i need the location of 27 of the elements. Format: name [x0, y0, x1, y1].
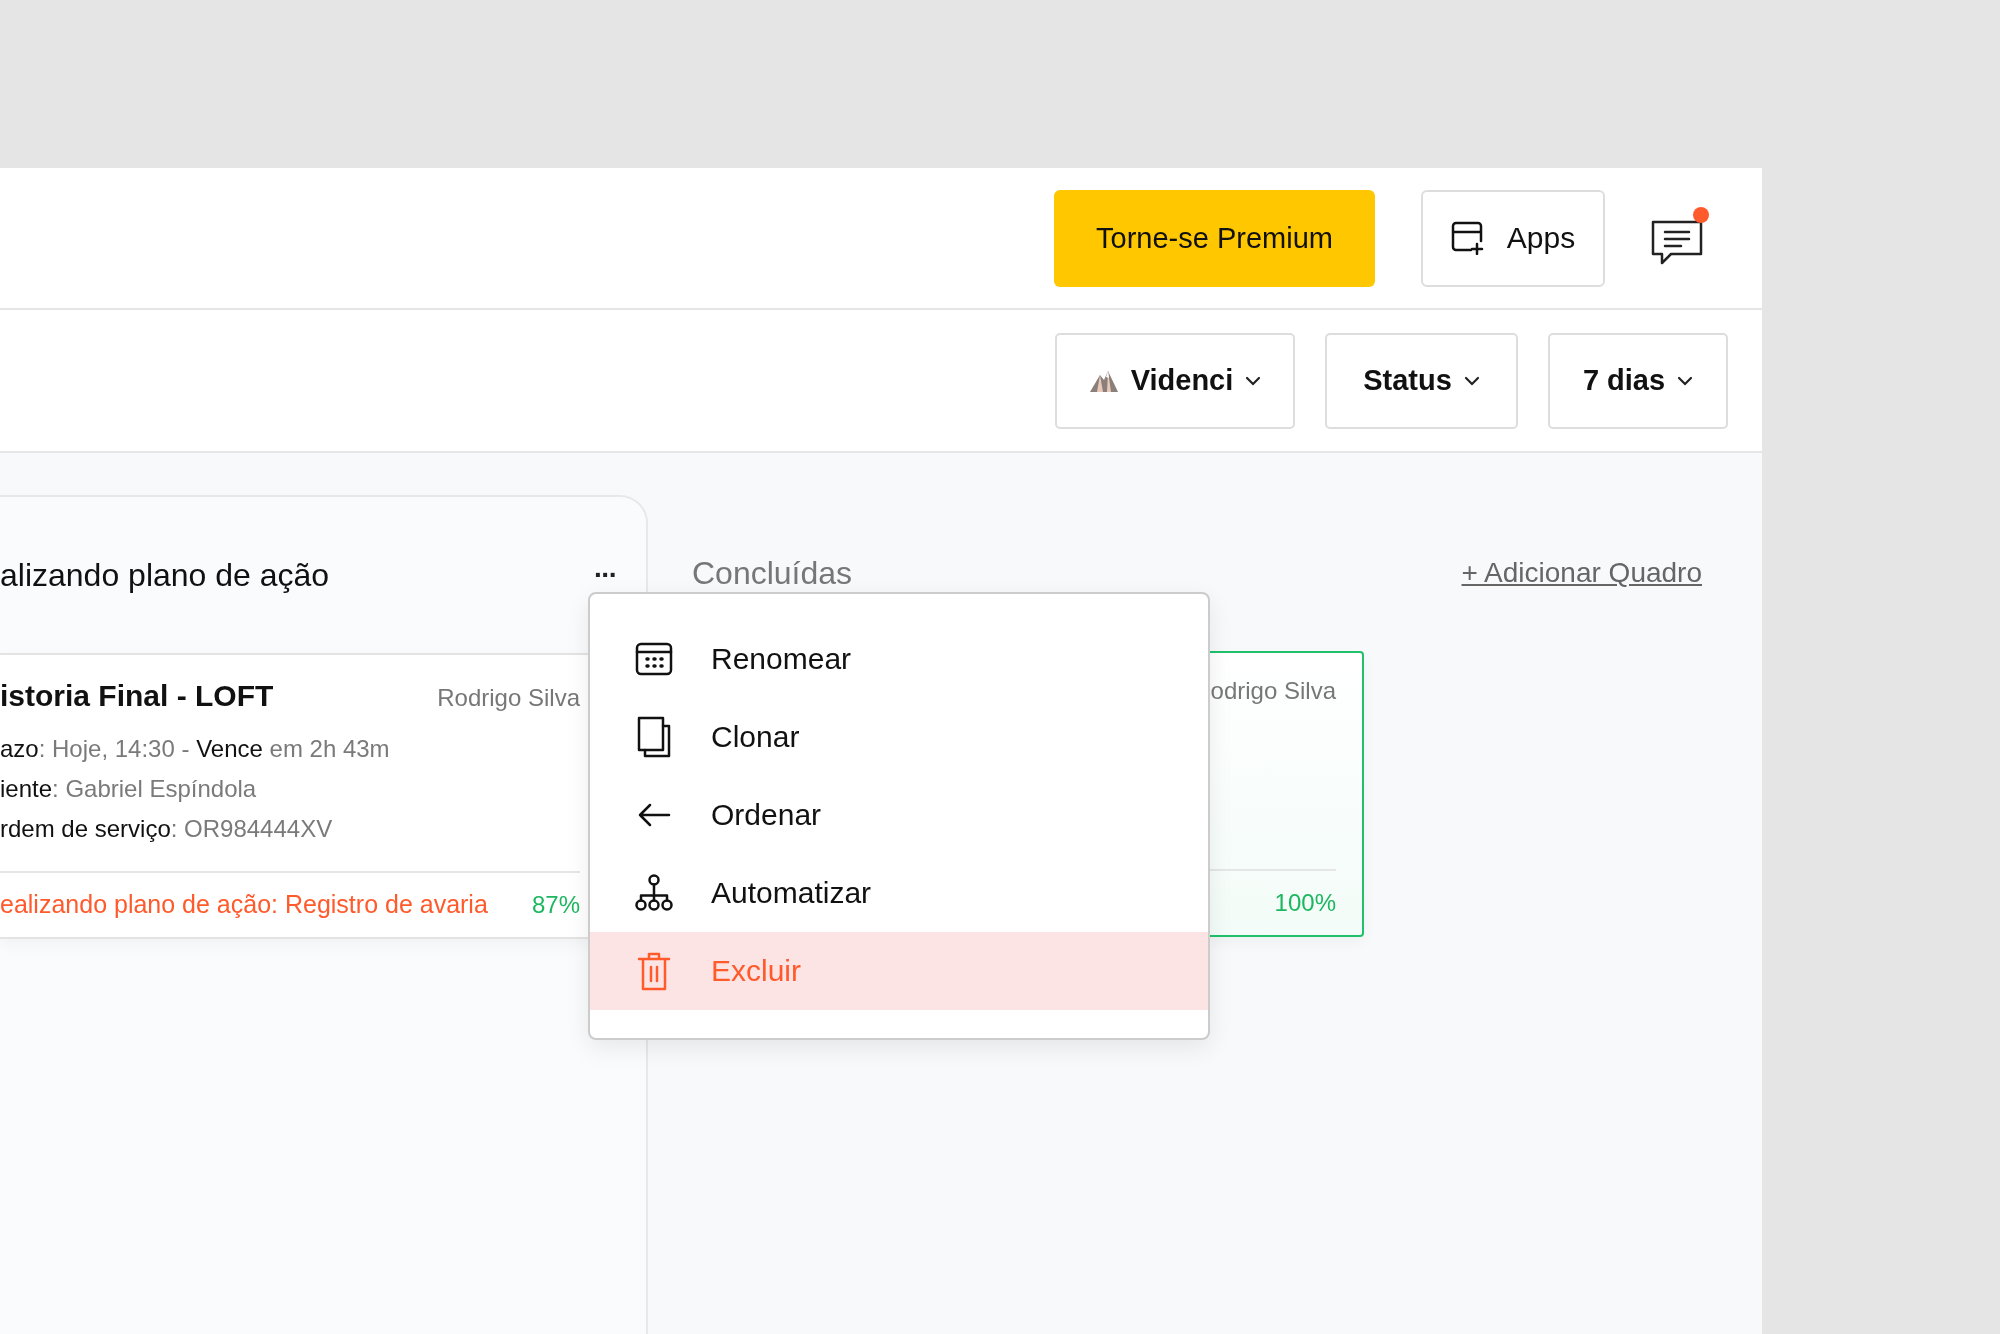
- assignee-name: Rodrigo Silva: [437, 684, 580, 712]
- progress-percent: 100%: [1274, 888, 1336, 917]
- chevron-down-icon: [1245, 375, 1262, 386]
- filter-dropdown[interactable]: Status: [1325, 332, 1518, 429]
- copy-icon: [637, 716, 671, 758]
- trash-icon: [637, 951, 671, 991]
- card-detail: azo: Hoje, 14:30 - Vence em 2h 43m: [0, 733, 391, 764]
- window-add-icon: [1450, 221, 1485, 255]
- filter-dropdown[interactable]: 7 dias: [1548, 332, 1728, 429]
- apps-button[interactable]: Apps: [1421, 189, 1605, 287]
- chevron-down-icon: [1677, 375, 1694, 386]
- assignee-name: odrigo Silva: [1210, 677, 1336, 705]
- card-title: istoria Final - LOFT: [0, 679, 274, 713]
- column-title: Concluídas: [692, 554, 853, 592]
- stage-label: ealizando plano de ação: Registro de avaria: [0, 890, 488, 920]
- chevron-down-icon: [1463, 375, 1480, 386]
- card-detail: iente: Gabriel Espíndola: [0, 773, 258, 804]
- keyboard-icon: [635, 642, 673, 676]
- premium-button[interactable]: Torne-se Premium: [1054, 189, 1375, 287]
- more-button[interactable]: ···: [588, 559, 622, 591]
- arrow-left-icon: [637, 803, 671, 827]
- add-board-link[interactable]: + Adicionar Quadro: [1461, 557, 1702, 589]
- column-title: alizando plano de ação: [0, 556, 330, 594]
- filter-dropdown[interactable]: Videnci: [1055, 332, 1295, 429]
- card-detail: rdem de serviço: OR984444XV: [0, 813, 334, 844]
- hierarchy-icon: [635, 874, 673, 912]
- progress-percent: 87%: [531, 890, 580, 919]
